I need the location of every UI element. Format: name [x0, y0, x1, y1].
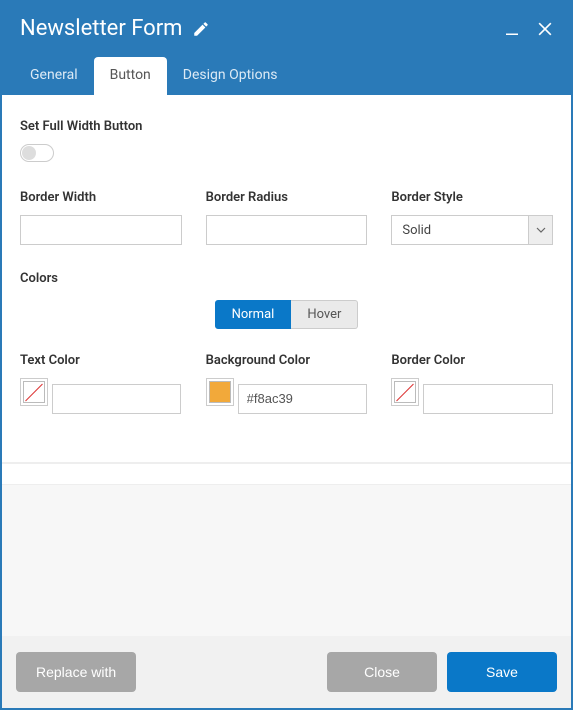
- border-radius-col: Border Radius: [206, 190, 368, 245]
- panel-divider: [2, 463, 571, 485]
- border-style-select[interactable]: Solid: [391, 215, 553, 245]
- border-style-col: Border Style Solid: [391, 190, 553, 245]
- bg-color-col: Background Color: [206, 353, 368, 422]
- colors-label: Colors: [20, 271, 553, 286]
- text-color-swatch-wrap[interactable]: [20, 378, 48, 406]
- pencil-icon[interactable]: [192, 20, 210, 38]
- border-color-swatch-wrap[interactable]: [391, 378, 419, 406]
- bg-color-swatch-wrap[interactable]: [206, 378, 234, 406]
- close-button[interactable]: Close: [327, 652, 437, 692]
- border-radius-label: Border Radius: [206, 190, 368, 205]
- bg-color-swatch: [209, 381, 231, 403]
- tabs: General Button Design Options: [2, 49, 571, 95]
- full-width-label: Set Full Width Button: [20, 119, 553, 134]
- button-settings-panel: Set Full Width Button Border Width Borde…: [2, 95, 571, 463]
- tab-general[interactable]: General: [14, 57, 94, 95]
- state-tab-normal[interactable]: Normal: [215, 300, 292, 329]
- bg-color-input[interactable]: [238, 384, 367, 414]
- spacer: [2, 485, 571, 636]
- text-color-input[interactable]: [52, 384, 181, 414]
- tab-button[interactable]: Button: [94, 57, 167, 95]
- border-width-input[interactable]: [20, 215, 182, 245]
- border-style-value: Solid: [392, 216, 528, 244]
- bg-color-label: Background Color: [206, 353, 368, 368]
- border-color-label: Border Color: [391, 353, 553, 368]
- content: Set Full Width Button Border Width Borde…: [2, 95, 571, 708]
- border-color-col: Border Color: [391, 353, 553, 422]
- replace-with-button[interactable]: Replace with: [16, 652, 136, 692]
- color-state-tabs: Normal Hover: [20, 300, 553, 329]
- close-icon[interactable]: [535, 19, 555, 39]
- border-row: Border Width Border Radius Border Style …: [20, 190, 553, 245]
- border-width-label: Border Width: [20, 190, 182, 205]
- colors-section: Colors Normal Hover Text Color Backgroun…: [20, 271, 553, 422]
- save-button[interactable]: Save: [447, 652, 557, 692]
- border-width-col: Border Width: [20, 190, 182, 245]
- window-controls: [503, 19, 555, 39]
- tab-design-options[interactable]: Design Options: [167, 57, 294, 95]
- minimize-icon[interactable]: [503, 20, 521, 38]
- titlebar: Newsletter Form: [2, 2, 571, 49]
- footer: Replace with Close Save: [2, 636, 571, 708]
- border-radius-input[interactable]: [206, 215, 368, 245]
- state-tab-hover[interactable]: Hover: [291, 300, 358, 329]
- text-color-label: Text Color: [20, 353, 182, 368]
- text-color-swatch: [23, 381, 45, 403]
- border-style-label: Border Style: [391, 190, 553, 205]
- color-row: Text Color Background Color Border Color: [20, 353, 553, 422]
- border-color-input[interactable]: [423, 384, 552, 414]
- modal-title-wrap: Newsletter Form: [20, 16, 503, 41]
- text-color-col: Text Color: [20, 353, 182, 422]
- border-color-swatch: [394, 381, 416, 403]
- full-width-toggle[interactable]: [20, 144, 54, 162]
- modal-header: Newsletter Form General Button Design Op…: [2, 2, 571, 95]
- chevron-down-icon: [528, 216, 552, 244]
- modal-title: Newsletter Form: [20, 16, 182, 41]
